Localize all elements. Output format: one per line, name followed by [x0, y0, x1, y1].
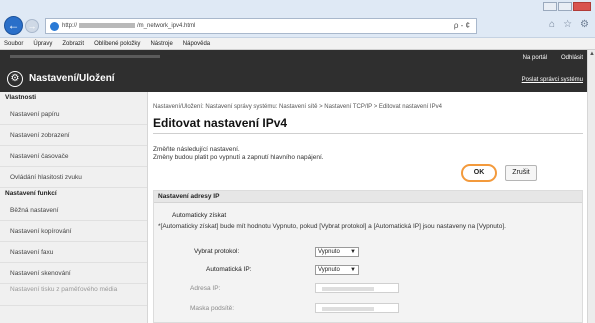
home-icon[interactable]: ⌂ [549, 19, 555, 30]
ip-address-label: Adresa IP: [190, 285, 221, 292]
page-scrollbar[interactable]: ▲ [587, 50, 595, 323]
sidebar-section-preferences: Vlastnosti [5, 94, 37, 101]
chevron-down-icon: ▼ [350, 249, 356, 255]
browser-titlebar [0, 0, 595, 14]
title-divider [153, 133, 583, 134]
sidebar-item-copy[interactable]: Nastavení kopírování [0, 221, 147, 242]
ie-page-icon [50, 22, 59, 31]
subnet-mask-input[interactable] [315, 303, 399, 313]
ok-button[interactable]: OK [461, 164, 497, 182]
browser-toolbar-icons: ⌂ ☆ ⚙ [549, 19, 589, 30]
ip-address-input[interactable] [315, 283, 399, 293]
logout-link[interactable]: Odhlásit [561, 55, 583, 61]
restart-note: Změny budou platit po vypnutí a zapnutí … [153, 154, 324, 161]
sidebar-section-functions: Nastavení funkcí [5, 190, 57, 197]
sidebar-item-scan[interactable]: Nastavení skenování [0, 263, 147, 284]
address-bar[interactable]: http:///m_network_ipv4.html ρ - ¢ [45, 18, 477, 34]
favorites-star-icon[interactable]: ☆ [563, 19, 572, 30]
sidebar-item-paper[interactable]: Nastavení papíru [0, 104, 147, 125]
app-title: Nastavení/Uložení [29, 73, 115, 84]
address-url: http:///m_network_ipv4.html [62, 23, 196, 30]
browser-menubar: Soubor Úpravy Zobrazit Oblíbené položky … [0, 38, 595, 50]
sidebar-item-media-print[interactable]: Nastavení tisku z paměťového média [0, 284, 147, 306]
subnet-mask-label: Maska podsítě: [190, 305, 235, 312]
main-content: Nastavení/Uložení: Nastavení správy syst… [153, 92, 584, 323]
device-name-redacted [10, 55, 160, 58]
chevron-down-icon: ▼ [350, 267, 356, 273]
menu-view[interactable]: Zobrazit [62, 38, 84, 49]
auto-ip-label: Automatická IP: [206, 266, 252, 273]
menu-tools[interactable]: Nástroje [150, 38, 172, 49]
menu-favorites[interactable]: Oblíbené položky [94, 38, 140, 49]
portal-link[interactable]: Na portál [523, 55, 547, 61]
address-search-refresh-icon[interactable]: ρ - ¢ [454, 21, 470, 30]
menu-file[interactable]: Soubor [4, 38, 23, 49]
auto-ip-dropdown[interactable]: Vypnuto ▼ [315, 265, 359, 275]
settings-home-icon[interactable]: ⚙ [7, 71, 23, 87]
window-controls [543, 2, 591, 11]
sidebar-item-display[interactable]: Nastavení zobrazení [0, 125, 147, 146]
settings-gear-icon[interactable]: ⚙ [580, 19, 589, 30]
sidebar: Vlastnosti Nastavení papíru Nastavení zo… [0, 92, 148, 323]
maximize-button[interactable] [558, 2, 572, 11]
sidebar-item-common[interactable]: Běžná nastavení [0, 200, 147, 221]
forward-arrow-icon[interactable]: → [25, 19, 39, 33]
breadcrumb: Nastavení/Uložení: Nastavení správy syst… [153, 104, 442, 110]
browser-navbar: ← → http:///m_network_ipv4.html ρ - ¢ ⌂ … [0, 14, 595, 38]
auto-acquire-heading: Automaticky získat [172, 212, 227, 219]
page-title: Editovat nastavení IPv4 [153, 116, 288, 130]
back-arrow-icon[interactable]: ← [4, 16, 23, 35]
scroll-up-arrow-icon[interactable]: ▲ [588, 50, 595, 58]
ip-address-settings-panel: Nastavení adresy IP Automaticky získat *… [153, 190, 583, 323]
close-window-button[interactable] [573, 2, 591, 11]
instruction-text: Změňte následující nastavení. [153, 146, 240, 153]
auto-acquire-note: *[Automaticky získat] bude mít hodnotu V… [158, 223, 506, 230]
cancel-button[interactable]: Zrušit [505, 165, 537, 181]
app-header: ⚙ Nastavení/Uložení Na portál Odhlásit P… [0, 50, 587, 92]
menu-edit[interactable]: Úpravy [33, 38, 52, 49]
sidebar-item-timer[interactable]: Nastavení časovače [0, 146, 147, 167]
sidebar-item-volume[interactable]: Ovládání hlasitosti zvuku [0, 167, 147, 188]
minimize-button[interactable] [543, 2, 557, 11]
menu-help[interactable]: Nápověda [183, 38, 210, 49]
select-protocol-label: Vybrat protokol: [194, 248, 240, 255]
sidebar-item-fax[interactable]: Nastavení faxu [0, 242, 147, 263]
section-title: Nastavení adresy IP [154, 191, 582, 203]
mail-to-admin-link[interactable]: Poslat správci systému [522, 77, 583, 83]
select-protocol-dropdown[interactable]: Vypnuto ▼ [315, 247, 359, 257]
